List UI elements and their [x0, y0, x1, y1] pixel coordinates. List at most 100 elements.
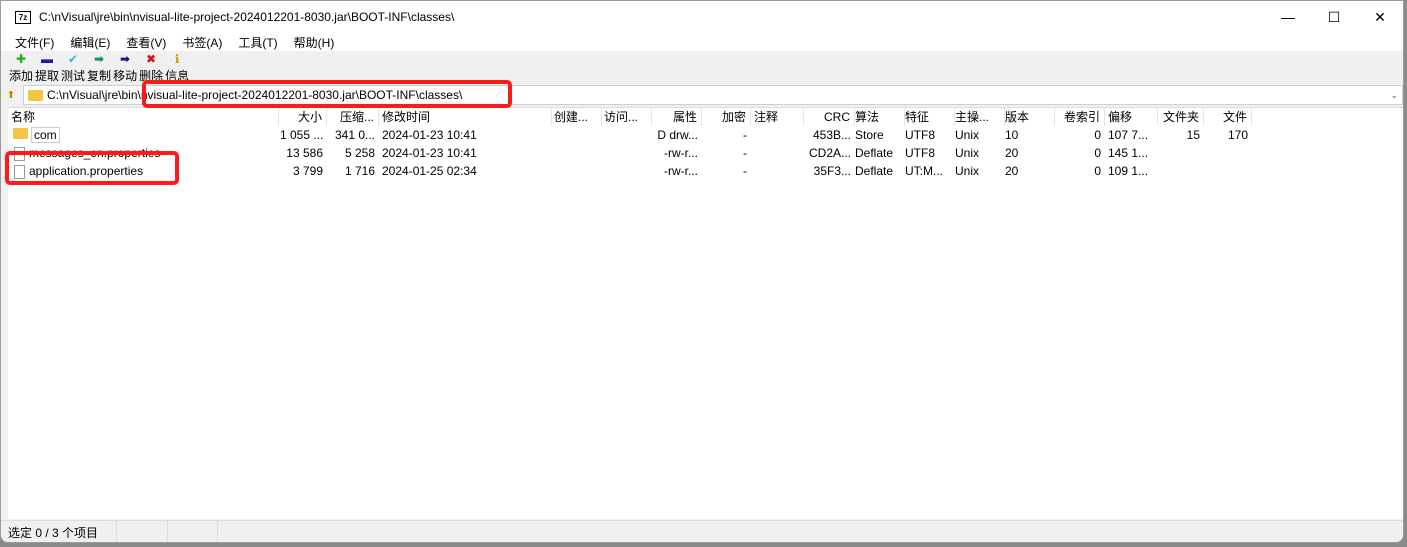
column-header-name[interactable]: 名称: [11, 108, 279, 126]
column-header-host-os[interactable]: 主操...: [955, 108, 1005, 126]
menu-file[interactable]: 文件(F): [15, 34, 54, 51]
add-icon: ✚: [15, 52, 27, 66]
toolbar-label: 提取: [35, 69, 60, 83]
test-icon: ✔: [68, 52, 79, 66]
highlight-annotation: [142, 80, 512, 108]
cell-volume-index: 0: [1094, 128, 1101, 142]
column-header-offset[interactable]: 偏移: [1108, 108, 1158, 126]
cell-packed: 5 258: [344, 146, 375, 160]
cell-comment: [754, 144, 800, 162]
file-name: com: [31, 127, 60, 143]
cell-method: Deflate: [855, 146, 894, 160]
cell-name: com: [11, 126, 275, 144]
minimize-button[interactable]: —: [1265, 1, 1311, 33]
cell-version: 20: [1005, 164, 1019, 178]
menu-tools[interactable]: 工具(T): [238, 34, 277, 51]
cell-size: 13 586: [286, 146, 323, 160]
column-header: 名称 大小 压缩... 修改时间 创建... 访问... 属性 加密 注释 CRC 算法 特征 主操..…: [8, 108, 1403, 126]
cell-offset: 109 1...: [1108, 164, 1149, 178]
test-button[interactable]: ✔ 测试: [61, 51, 85, 85]
status-cell: [117, 520, 168, 542]
cell-characteristics: UTF8: [905, 146, 935, 160]
cell-encrypted: -: [743, 164, 747, 178]
column-header-attributes[interactable]: 属性: [652, 108, 702, 126]
column-header-crc[interactable]: CRC: [805, 108, 855, 126]
cell-version: 10: [1005, 128, 1019, 142]
status-cell: [168, 520, 218, 542]
chevron-down-icon[interactable]: ⌄: [1390, 90, 1398, 101]
cell-comment: [754, 162, 800, 180]
cell-packed: 1 716: [344, 164, 375, 178]
cell-crc: 35F3...: [813, 164, 851, 178]
up-folder-icon[interactable]: ⬆: [4, 90, 18, 101]
toolbar-label: 添加: [9, 69, 34, 83]
cell-volume-index: 0: [1094, 164, 1101, 178]
highlight-annotation: [5, 151, 179, 185]
cell-files: [1204, 144, 1248, 162]
cell-characteristics: UT:M...: [905, 164, 943, 178]
cell-encrypted: -: [743, 128, 747, 142]
status-bar: 选定 0 / 3 个项目: [1, 520, 1403, 542]
column-header-method[interactable]: 算法: [855, 108, 905, 126]
cell-folders: [1155, 162, 1200, 180]
menu-bar: 文件(F) 编辑(E) 查看(V) 书签(A) 工具(T) 帮助(H): [1, 33, 1403, 51]
file-row[interactable]: com 1 055 ... 341 0... 2024-01-23 10:41 D dr…: [8, 126, 1403, 144]
column-header-volume-index[interactable]: 卷索引: [1055, 108, 1105, 126]
maximize-button[interactable]: ☐: [1311, 1, 1357, 33]
move-button[interactable]: ➡ 移动: [113, 51, 137, 85]
column-header-comment[interactable]: 注释: [754, 108, 804, 126]
column-header-packed[interactable]: 压缩...: [327, 108, 379, 126]
cell-version: 20: [1005, 146, 1019, 160]
cell-host-os: Unix: [955, 164, 980, 178]
folder-icon: [28, 89, 43, 101]
file-row[interactable]: application.properties 3 799 1 716 2024-01-…: [8, 162, 1403, 180]
cell-offset: 107 7...: [1108, 128, 1149, 142]
menu-edit[interactable]: 编辑(E): [70, 34, 110, 51]
cell-created: [554, 162, 598, 180]
cell-modified: 2024-01-23 10:41: [382, 146, 477, 160]
cell-comment: [754, 126, 800, 144]
cell-files: [1204, 162, 1248, 180]
title-bar: 7z C:\nVisual\jre\bin\nvisual-lite-proje…: [1, 1, 1403, 33]
cell-size: 1 055 ...: [280, 128, 324, 142]
cell-packed: 341 0...: [334, 128, 375, 142]
cell-accessed: [604, 144, 648, 162]
copy-icon: ➡: [94, 52, 105, 66]
cell-accessed: [604, 126, 648, 144]
cell-folders: 15: [1186, 128, 1200, 142]
column-header-size[interactable]: 大小: [280, 108, 327, 126]
menu-bookmarks[interactable]: 书签(A): [182, 34, 222, 51]
column-header-characteristics[interactable]: 特征: [905, 108, 955, 126]
close-button[interactable]: ✕: [1357, 1, 1403, 33]
column-header-files[interactable]: 文件: [1204, 108, 1252, 126]
extract-button[interactable]: ▬ 提取: [35, 51, 59, 85]
cell-created: [554, 126, 598, 144]
cell-host-os: Unix: [955, 146, 980, 160]
file-row[interactable]: messages_en.properties 13 586 5 258 2024-01…: [8, 144, 1403, 162]
cell-host-os: Unix: [955, 128, 980, 142]
menu-help[interactable]: 帮助(H): [294, 34, 335, 51]
menu-view[interactable]: 查看(V): [126, 34, 166, 51]
cell-modified: 2024-01-23 10:41: [382, 128, 477, 142]
toolbar-label: 移动: [113, 69, 138, 83]
column-header-accessed[interactable]: 访问...: [604, 108, 652, 126]
move-icon: ➡: [120, 52, 131, 66]
column-header-version[interactable]: 版本: [1005, 108, 1055, 126]
cell-accessed: [604, 162, 648, 180]
column-header-folders[interactable]: 文件夹: [1155, 108, 1204, 126]
copy-button[interactable]: ➡ 复制: [87, 51, 111, 85]
cell-attributes: -rw-r...: [664, 164, 698, 178]
column-header-created[interactable]: 创建...: [554, 108, 602, 126]
status-selection: 选定 0 / 3 个项目: [1, 520, 117, 542]
cell-crc: CD2A...: [808, 146, 851, 160]
column-header-modified[interactable]: 修改时间: [382, 108, 552, 126]
cell-modified: 2024-01-25 02:34: [382, 164, 477, 178]
add-button[interactable]: ✚ 添加: [9, 51, 33, 85]
cell-characteristics: UTF8: [905, 128, 935, 142]
delete-icon: ✖: [146, 52, 157, 66]
file-list: 名称 大小 压缩... 修改时间 创建... 访问... 属性 加密 注释 CRC 算法 特征 主操..…: [8, 107, 1403, 519]
toolbar-label: 复制: [87, 69, 112, 83]
column-header-encrypted[interactable]: 加密: [703, 108, 751, 126]
cell-attributes: -rw-r...: [664, 146, 698, 160]
7zip-logo-icon: 7z: [15, 10, 31, 24]
